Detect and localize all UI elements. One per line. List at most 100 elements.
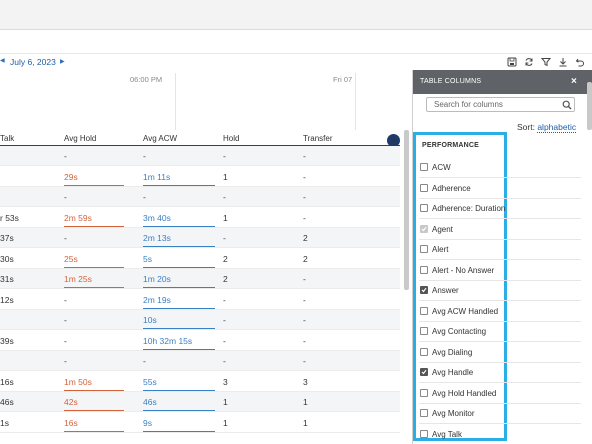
column-option-adherence-duration[interactable]: Adherence: Duration bbox=[419, 199, 581, 219]
checkbox[interactable] bbox=[420, 306, 428, 315]
checkbox[interactable] bbox=[420, 286, 428, 294]
table-row[interactable]: ---- bbox=[0, 351, 400, 371]
checkbox[interactable] bbox=[420, 347, 428, 356]
column-option-label: Avg ACW Handled bbox=[432, 306, 499, 316]
column-option-label: Alert - No Answer bbox=[432, 265, 495, 275]
table-row[interactable]: - 10s - - bbox=[0, 310, 400, 330]
table-row[interactable]: 30s 25s 5s 2 2 bbox=[0, 249, 400, 269]
search-icon[interactable] bbox=[562, 100, 572, 110]
cell-avg-acw: 3m 40s bbox=[143, 212, 171, 223]
timeline-strip: 06:00 PM Fri 07 bbox=[0, 70, 412, 130]
next-date-icon[interactable]: ▶ bbox=[60, 58, 65, 65]
cell-talk: 46s bbox=[0, 397, 14, 407]
column-option-label: Avg Handle bbox=[432, 368, 474, 377]
cell-talk: 16s bbox=[0, 376, 14, 387]
checkbox[interactable] bbox=[420, 183, 428, 192]
column-option-alert-no-answer[interactable]: Alert - No Answer bbox=[419, 261, 581, 281]
cell-avg-acw: 55s bbox=[143, 376, 157, 387]
column-header-transfer[interactable]: Transfer bbox=[303, 134, 333, 143]
cell-avg-hold: - bbox=[64, 294, 67, 305]
cell-avg-hold: 1m 50s bbox=[64, 376, 92, 387]
column-header-talk[interactable]: Talk bbox=[0, 134, 14, 143]
refresh-icon[interactable] bbox=[523, 56, 535, 68]
previous-date-icon[interactable]: ◀ bbox=[0, 57, 5, 64]
column-header-hold[interactable]: Hold bbox=[223, 134, 239, 143]
table-row[interactable]: ---- bbox=[0, 187, 400, 207]
column-option-avg-hold-handled[interactable]: Avg Hold Handled bbox=[419, 384, 581, 404]
cell-avg-hold: 25s bbox=[64, 253, 78, 264]
column-option-avg-handle[interactable]: Avg Handle bbox=[419, 363, 581, 383]
column-header-avg-acw[interactable]: Avg ACW bbox=[143, 134, 177, 143]
filter-icon[interactable] bbox=[540, 56, 552, 68]
cell-hold: - bbox=[223, 335, 226, 346]
cell-avg-acw: 2m 19s bbox=[143, 294, 171, 305]
table-row[interactable]: 37s - 2m 13s - 2 bbox=[0, 228, 400, 248]
download-icon[interactable] bbox=[557, 56, 569, 68]
panel-scrollbar[interactable] bbox=[587, 82, 592, 130]
metric-bar bbox=[143, 184, 215, 186]
date-label[interactable]: July 6, 2023 bbox=[10, 57, 56, 67]
sort-label: Sort: bbox=[517, 122, 535, 132]
table-row[interactable]: 16s 1m 50s 55s 3 3 bbox=[0, 372, 400, 392]
checkbox[interactable] bbox=[420, 204, 428, 212]
cell-hold: 1 bbox=[223, 417, 228, 428]
column-option-avg-acw-handled[interactable]: Avg ACW Handled bbox=[419, 302, 581, 322]
column-option-avg-talk[interactable]: Avg Talk bbox=[419, 425, 581, 444]
table-row[interactable]: 29s 1m 11s 1 - bbox=[0, 167, 400, 187]
checkbox bbox=[420, 224, 428, 233]
table-row[interactable]: 12s - 2m 19s - - bbox=[0, 290, 400, 310]
column-option-answer[interactable]: Answer bbox=[419, 281, 581, 301]
checkbox[interactable] bbox=[420, 368, 428, 376]
cell-hold: - bbox=[223, 192, 226, 202]
cell-avg-acw: 9s bbox=[143, 417, 152, 428]
checkbox[interactable] bbox=[420, 409, 428, 417]
cell-hold: - bbox=[223, 233, 226, 243]
checkbox[interactable] bbox=[420, 265, 428, 274]
table-row[interactable]: 46s 42s 46s 1 1 bbox=[0, 392, 400, 412]
checkbox[interactable] bbox=[420, 429, 428, 438]
close-icon[interactable]: × bbox=[571, 76, 577, 87]
table-row[interactable]: ---- bbox=[0, 146, 400, 166]
sort-control: Sort: alphabetic bbox=[517, 122, 577, 133]
cell-avg-acw: 5s bbox=[143, 253, 152, 264]
column-option-label: Avg Monitor bbox=[432, 409, 475, 418]
column-option-avg-dialing[interactable]: Avg Dialing bbox=[419, 343, 581, 363]
cell-transfer: - bbox=[303, 294, 306, 305]
column-option-avg-contacting[interactable]: Avg Contacting bbox=[419, 322, 581, 342]
timeline-divider bbox=[175, 73, 176, 130]
sort-value-link[interactable]: alphabetic bbox=[537, 122, 577, 133]
cell-avg-acw: 1m 11s bbox=[143, 171, 171, 182]
column-option-acw[interactable]: ACW bbox=[419, 158, 581, 178]
column-option-label: ACW bbox=[432, 163, 451, 172]
column-option-avg-monitor[interactable]: Avg Monitor bbox=[419, 404, 581, 424]
column-search-input[interactable] bbox=[427, 98, 559, 111]
checkbox[interactable] bbox=[420, 163, 428, 171]
column-option-adherence[interactable]: Adherence bbox=[419, 179, 581, 199]
metric-bar bbox=[64, 287, 124, 288]
column-header-avg-hold[interactable]: Avg Hold bbox=[64, 134, 96, 143]
checkbox[interactable] bbox=[420, 245, 428, 253]
cell-transfer: - bbox=[303, 212, 306, 223]
cell-hold: 3 bbox=[223, 376, 228, 387]
column-option-alert[interactable]: Alert bbox=[419, 240, 581, 260]
cell-transfer: 2 bbox=[303, 253, 308, 264]
table-header: Talk Avg Hold Avg ACW Hold Transfer + bbox=[0, 130, 400, 147]
table-row[interactable]: 31s 1m 25s 1m 20s 2 - bbox=[0, 269, 400, 289]
undo-icon[interactable] bbox=[574, 56, 586, 68]
metric-bar bbox=[143, 430, 215, 432]
table-row[interactable]: r 53s 2m 59s 3m 40s 1 - bbox=[0, 208, 400, 228]
table-row[interactable]: 39s - 10h 32m 15s - - bbox=[0, 331, 400, 351]
cell-avg-hold: - bbox=[64, 233, 67, 243]
cell-avg-hold: 1m 25s bbox=[64, 274, 92, 284]
cell-avg-hold: - bbox=[64, 356, 67, 366]
table-row[interactable]: 1s 16s 9s 1 1 bbox=[0, 413, 400, 433]
save-icon[interactable] bbox=[506, 56, 518, 68]
table-scrollbar[interactable] bbox=[404, 130, 409, 290]
cell-hold: 2 bbox=[223, 253, 228, 264]
checkbox[interactable] bbox=[420, 388, 428, 397]
cell-hold: 1 bbox=[223, 212, 228, 223]
metric-bar bbox=[143, 246, 215, 247]
cell-avg-hold: - bbox=[64, 315, 67, 325]
timeline-label-evening: 06:00 PM bbox=[130, 75, 163, 84]
checkbox[interactable] bbox=[420, 327, 428, 335]
